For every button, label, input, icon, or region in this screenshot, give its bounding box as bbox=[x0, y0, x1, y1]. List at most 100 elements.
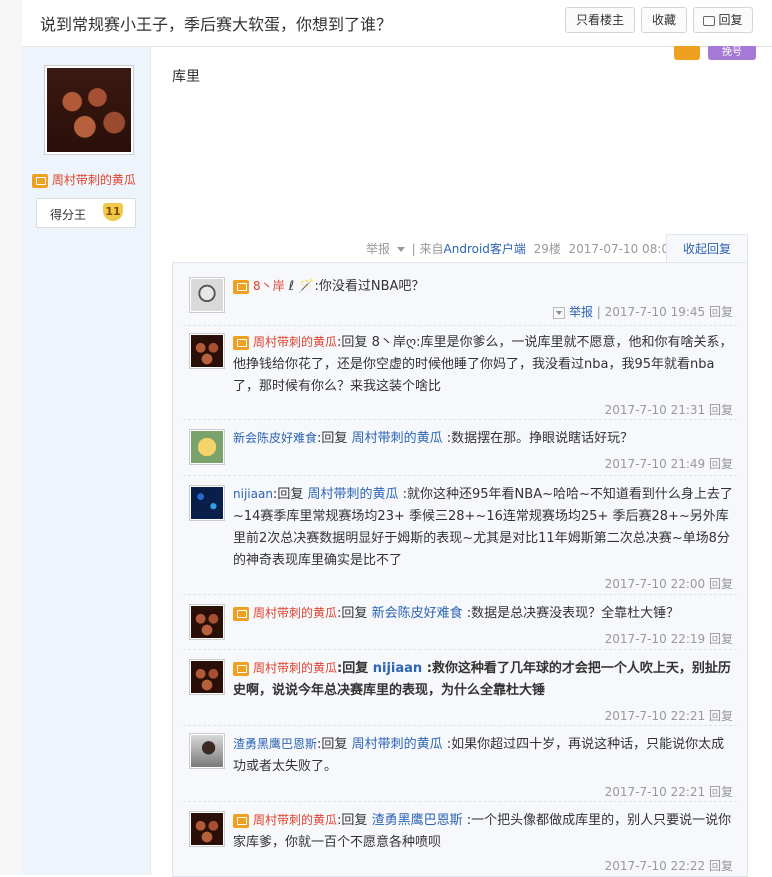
member-level-icon bbox=[32, 173, 48, 188]
reply-button[interactable]: 回复 bbox=[693, 7, 753, 33]
reply-meta: 2017-7-10 21:31 回复 bbox=[605, 401, 733, 418]
reply-text: 周村带刺的黄瓜:回复 8丶岸ღ:库里是你爹么，一说库里就不愿意，他和你有啥关系，… bbox=[233, 335, 733, 394]
reply-username[interactable]: 周村带刺的黄瓜 bbox=[253, 606, 337, 620]
member-level-icon bbox=[233, 279, 249, 294]
reply-target[interactable]: 周村带刺的黄瓜 bbox=[352, 737, 443, 752]
post-time: 2017-07-10 08:05 bbox=[568, 242, 677, 256]
reply-button-label: 回复 bbox=[718, 13, 743, 27]
reply-content: :数据是总决赛没表现？全靠杜大锤？ bbox=[466, 606, 680, 621]
reply-word: 回复 bbox=[277, 487, 304, 502]
report-link[interactable]: 举报 bbox=[569, 305, 593, 319]
reply-content: :数据摆在那。挣眼说瞎话好玩？ bbox=[446, 431, 634, 446]
collapse-replies-button[interactable]: 收起回复 bbox=[666, 234, 748, 263]
avatar[interactable] bbox=[189, 659, 225, 695]
reply-link[interactable]: 回复 bbox=[709, 709, 733, 723]
reply-word: 回复 bbox=[341, 813, 368, 828]
reply-meta: 2017-7-10 22:22 回复 bbox=[605, 857, 733, 874]
reply-target[interactable]: nijiaan bbox=[373, 661, 422, 676]
reply-meta: 2017-7-10 21:49 回复 bbox=[605, 455, 733, 472]
divider bbox=[183, 419, 737, 420]
avatar[interactable] bbox=[189, 733, 225, 769]
reply-link[interactable]: 回复 bbox=[709, 785, 733, 799]
author-avatar[interactable] bbox=[44, 65, 134, 155]
level-badge-icon: 11 bbox=[103, 203, 123, 221]
reply-username[interactable]: 渣勇黑鹰巴恩斯 bbox=[233, 737, 317, 751]
avatar-image bbox=[191, 813, 223, 845]
avatar[interactable] bbox=[189, 277, 225, 313]
divider bbox=[183, 801, 737, 802]
reply-text: 新会陈皮好难食:回复 周村带刺的黄瓜 :数据摆在那。挣眼说瞎话好玩？ bbox=[233, 431, 634, 446]
reply-link[interactable]: 回复 bbox=[709, 305, 733, 319]
divider bbox=[183, 325, 737, 326]
reply-link[interactable]: 回复 bbox=[709, 457, 733, 471]
reply-target[interactable]: 新会陈皮好难食 bbox=[372, 606, 463, 621]
source-link[interactable]: Android客户端 bbox=[444, 242, 526, 256]
reply-time: 2017-7-10 22:22 bbox=[604, 859, 706, 873]
reply-username[interactable]: 8丶岸 bbox=[253, 279, 285, 293]
avatar-image bbox=[191, 661, 223, 693]
reply-username[interactable]: 周村带刺的黄瓜 bbox=[253, 813, 337, 827]
reply-time: | 2017-7-10 19:45 bbox=[596, 305, 706, 319]
member-crown-icon bbox=[674, 46, 700, 60]
reply-content: 你没看过NBA吧？ bbox=[318, 279, 425, 294]
reply-link[interactable]: 回复 bbox=[709, 403, 733, 417]
divider bbox=[183, 649, 737, 650]
chevron-down-icon[interactable] bbox=[552, 306, 565, 319]
reply-username[interactable]: 周村带刺的黄瓜 bbox=[253, 335, 337, 349]
reply-time: 2017-7-10 21:31 bbox=[604, 403, 706, 417]
reply-text: 周村带刺的黄瓜:回复 nijiaan :救你这种看了几年球的才会把一个人吹上天，… bbox=[233, 661, 731, 698]
member-level-icon bbox=[233, 661, 249, 676]
member-level-icon bbox=[233, 606, 249, 621]
collect-button[interactable]: 收藏 bbox=[641, 7, 687, 33]
divider bbox=[183, 475, 737, 476]
reply-word: 回复 bbox=[321, 431, 348, 446]
reply-target[interactable]: 8丶岸ღ bbox=[372, 335, 417, 350]
avatar-image bbox=[191, 279, 223, 311]
reply-text: 周村带刺的黄瓜:回复 新会陈皮好难食 :数据是总决赛没表现？全靠杜大锤？ bbox=[233, 602, 733, 625]
avatar[interactable] bbox=[189, 429, 225, 465]
avatar[interactable] bbox=[189, 811, 225, 847]
avatar[interactable] bbox=[189, 604, 225, 640]
avatar[interactable] bbox=[189, 485, 225, 521]
avatar[interactable] bbox=[189, 333, 225, 369]
report-link[interactable]: 举报 bbox=[366, 242, 390, 256]
reply-text: nijiaan:回复 周村带刺的黄瓜 :就你这种还95年看NBA~哈哈~不知道看… bbox=[233, 487, 733, 568]
reply-meta: 2017-7-10 22:21 回复 bbox=[605, 707, 733, 724]
reply-icon bbox=[703, 15, 716, 26]
reply-link[interactable]: 回复 bbox=[709, 859, 733, 873]
reply-username[interactable]: 新会陈皮好难食 bbox=[233, 431, 317, 445]
reply-text: 渣勇黑鹰巴恩斯:回复 周村带刺的黄瓜 :如果你超过四十岁，再说这种话，只能说你太… bbox=[233, 737, 725, 774]
reply-target[interactable]: 渣勇黑鹰巴恩斯 bbox=[372, 813, 463, 828]
reply-target[interactable]: 周村带刺的黄瓜 bbox=[352, 431, 443, 446]
title-badge-label: 得分王 bbox=[50, 208, 87, 222]
username-suffix: ℓ 🪄: bbox=[288, 279, 319, 294]
avatar-image bbox=[191, 335, 223, 367]
title-badge[interactable]: 得分王 11 bbox=[36, 198, 136, 228]
avatar-image bbox=[191, 487, 223, 519]
reply-username[interactable]: 周村带刺的黄瓜 bbox=[253, 661, 337, 675]
reply-word: 回复 bbox=[321, 737, 348, 752]
reply-time: 2017-7-10 22:21 bbox=[604, 785, 706, 799]
reply-meta: 2017-7-10 22:21 回复 bbox=[605, 783, 733, 800]
only-op-button[interactable]: 只看楼主 bbox=[565, 7, 635, 33]
reply-word: 回复 bbox=[341, 606, 368, 621]
avatar-image bbox=[191, 735, 223, 767]
reply-target[interactable]: 周村带刺的黄瓜 bbox=[307, 487, 398, 502]
avatar-image bbox=[191, 431, 223, 463]
reply-link[interactable]: 回复 bbox=[709, 577, 733, 591]
chevron-down-icon[interactable] bbox=[396, 247, 405, 252]
author-avatar-image bbox=[47, 68, 131, 152]
member-level-icon bbox=[233, 335, 249, 350]
thread-title: 说到常规赛小王子，季后赛大软蛋，你想到了谁？ bbox=[40, 15, 393, 34]
author-name[interactable]: 周村带刺的黄瓜 bbox=[52, 173, 136, 187]
source-prefix: | 来自 bbox=[411, 242, 444, 256]
reply-time: 2017-7-10 21:49 bbox=[604, 457, 706, 471]
reply-link[interactable]: 回复 bbox=[709, 632, 733, 646]
reply-username[interactable]: nijiaan bbox=[233, 487, 273, 501]
reply-time: 2017-7-10 22:00 bbox=[604, 577, 706, 591]
reply-time: 2017-7-10 22:21 bbox=[604, 709, 706, 723]
post-meta: 举报 | 来自Android客户端 29楼 2017-07-10 08:05 bbox=[366, 240, 677, 257]
corner-tag[interactable]: 挽号 bbox=[708, 46, 756, 60]
thread-header: 说到常规赛小王子，季后赛大软蛋，你想到了谁？ 只看楼主 收藏 回复 bbox=[22, 0, 772, 47]
post-content: 库里 bbox=[172, 69, 200, 85]
